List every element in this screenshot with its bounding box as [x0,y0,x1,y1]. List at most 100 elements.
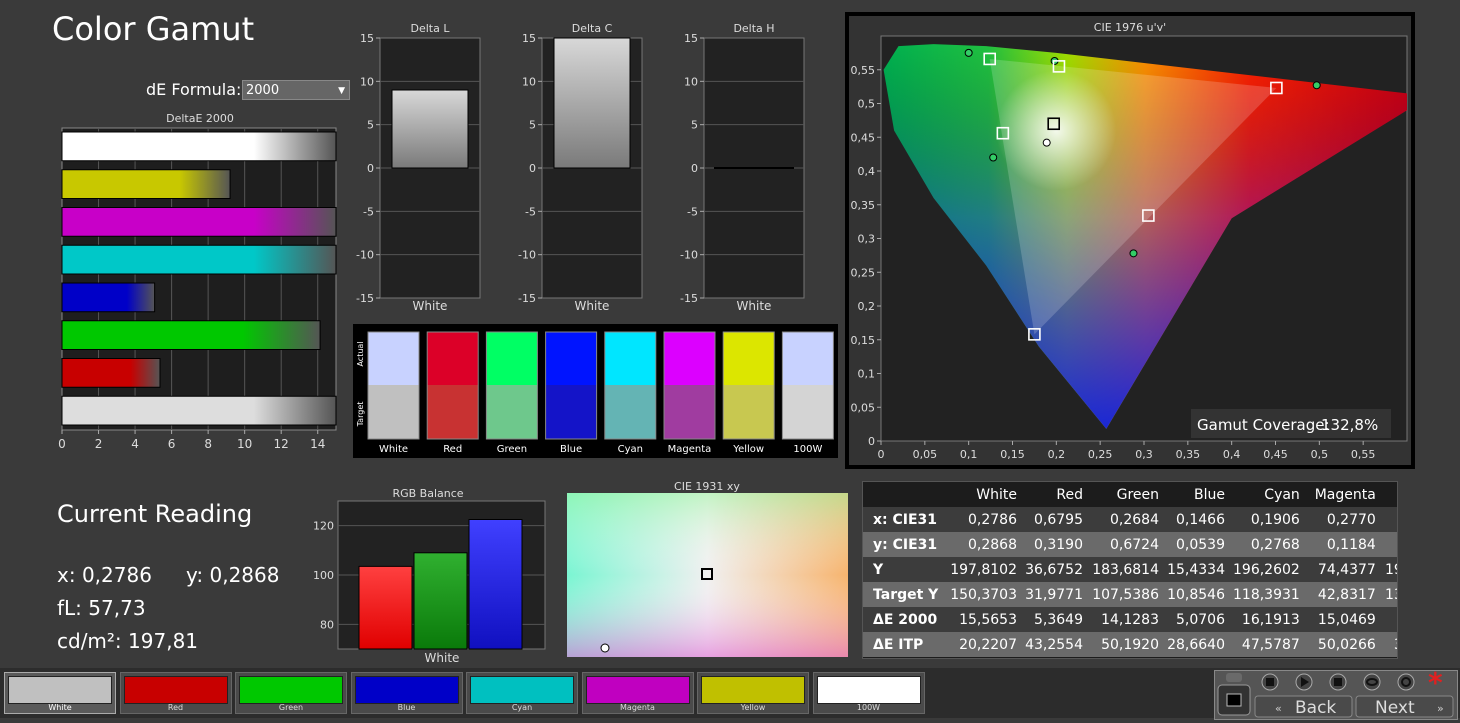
swatch-target-100w [782,385,834,439]
cie1976-ytick-label: 0,1 [858,368,876,381]
rgb-xlabel: White [425,651,460,665]
rgb-bar-red [358,565,413,650]
tab-cyan[interactable]: Cyan [466,672,578,714]
swatch-actual-green [486,332,538,385]
tab-swatch [239,676,343,704]
delta-bar [553,37,631,169]
swatch-label: Yellow [732,444,764,455]
cie1976-xtick-label: 0,35 [1176,448,1201,461]
deltae-tick-label: 8 [204,437,212,451]
table-row: ΔE ITP 20,2207 43,2554 50,1920 28,6640 47,578… [863,632,1397,657]
swatch-actual-blue [545,332,597,385]
delta-charts: Delta L 15 10 5 0 -5 -10 -15 White Delta C 15 10 5 0 -… [356,22,805,313]
chevron-down-icon: ▼ [338,86,345,96]
tab-white[interactable]: White [4,672,116,714]
delta-tick-label: 15 [684,32,698,45]
cie1976-ytick-label: 0 [868,435,875,448]
rgb-bar-green [413,552,468,650]
tab-green[interactable]: Green [235,672,347,714]
cie1931-overlay [567,493,848,657]
rgb-bar-blue [468,519,523,650]
table-row-label: x: CIE31 [873,511,938,528]
deltae-tick-label: 4 [131,437,139,451]
swatch-actual-yellow [723,332,775,385]
deltae-bar-white [61,131,337,162]
cie1976-ytick-label: 0,2 [858,300,876,313]
table-cell: 0,2868 [968,536,1017,553]
table-cell: 183,6814 [1092,561,1159,578]
formula-select[interactable]: 2000 ▼ [242,80,350,100]
mini-handle[interactable] [1226,673,1242,682]
deltae-chart: 0 2 4 6 8 10 12 14 [58,127,337,451]
cie1976-xtick-label: 0,05 [913,448,938,461]
table-cell: 36,6752 [1025,561,1083,578]
cie1931-title: CIE 1931 xy [674,480,740,493]
cie1976-ytick-label: 0,25 [851,266,876,279]
table-cell: 16,1913 [1241,611,1300,628]
cie1976-white-point [1042,138,1051,147]
table-cell: 0,5367 [1384,532,1397,557]
delta-tick-label: 5 [529,119,536,132]
cie1976-measured-point [1129,249,1138,258]
delta-bar [391,89,469,169]
table-cell: 0,4267 [1384,507,1397,532]
tab-blue[interactable]: Blue [350,672,463,714]
delta-tick-label: 15 [360,32,374,45]
tab-swatch [470,676,574,704]
refresh-button[interactable] [1397,673,1415,691]
delta-tick-label: -15 [356,292,374,305]
swatch-label: Cyan [618,444,643,455]
cie1976-xtick-label: 0 [878,448,885,461]
tab-swatch [816,676,921,704]
delta-tick-label: 0 [367,162,374,175]
cie1976-ytick-label: 0,3 [858,233,876,246]
cie1976-xtick-label: 0,45 [1263,448,1288,461]
tab-label: Cyan [511,703,533,712]
table-cell: 197,8102 [950,561,1017,578]
tab-yellow[interactable]: Yellow [697,672,809,714]
cie1976-ytick-label: 0,35 [851,199,876,212]
cie1976-ytick-label: 0,55 [851,64,876,77]
cie1976-xtick-label: 0,15 [1000,448,1025,461]
table-row: x: CIE31 0,2786 0,6795 0,2684 0,1466 0,1906 0,… [863,507,1397,532]
deltae-tick-label: 12 [274,437,289,451]
delta-tick-label: 5 [691,119,698,132]
table-cell: 0,2768 [1250,536,1300,553]
swatch-label: Red [443,444,462,455]
delta-tick-label: 10 [684,75,698,88]
swatch-target-cyan [604,385,656,439]
table-header: White [976,486,1017,503]
swatch-label: Green [497,444,527,455]
gamut-coverage-label: Gamut Coverage: [1197,416,1330,434]
delta-tick-label: -10 [356,249,374,262]
table-header: Green [1116,486,1159,503]
delta-xlabel: White [575,299,610,313]
cie1931-chart [567,493,848,657]
deltae-bar-100w [61,395,337,426]
table-row-label: ΔE 2000 [873,611,938,628]
data-table[interactable]: WhiteRedGreenBlueCyanMagentaYellow100Wx:… [862,481,1398,659]
cie1976-measured-point [1312,81,1321,90]
table-cell: 14,1283 [1101,611,1159,628]
cie1976-ytick-label: 0,15 [851,334,876,347]
cie1931-measured-point [600,643,610,653]
tab-red[interactable]: Red [119,672,232,714]
swatch-actual-magenta [664,332,715,385]
delta-title: Delta H [733,22,774,35]
delta-tick-label: -15 [680,292,698,305]
delta-title: Delta L [411,22,451,35]
tab-100w[interactable]: 100W [812,672,925,714]
table-row-label: Target Y [873,586,939,603]
swatch-target-green [486,385,538,439]
table-cell: 107,5386 [1092,586,1159,603]
formula-value: 2000 [246,83,280,98]
cie1976-xtick-label: 0,55 [1351,448,1376,461]
table-header: Magenta [1314,486,1376,503]
tab-magenta[interactable]: Magenta [581,672,694,714]
fl-value: 57,73 [88,596,146,620]
asterisk-icon[interactable]: * [1428,666,1443,699]
pause-icon [1266,678,1274,686]
swatch-grid: Actual Target White Red Green Blue Cyan Magenta… [356,331,834,455]
table-row: Y 197,8102 36,6752 183,6814 15,4334 196,2602 7… [863,557,1397,582]
swatch-actual-white [368,332,419,385]
